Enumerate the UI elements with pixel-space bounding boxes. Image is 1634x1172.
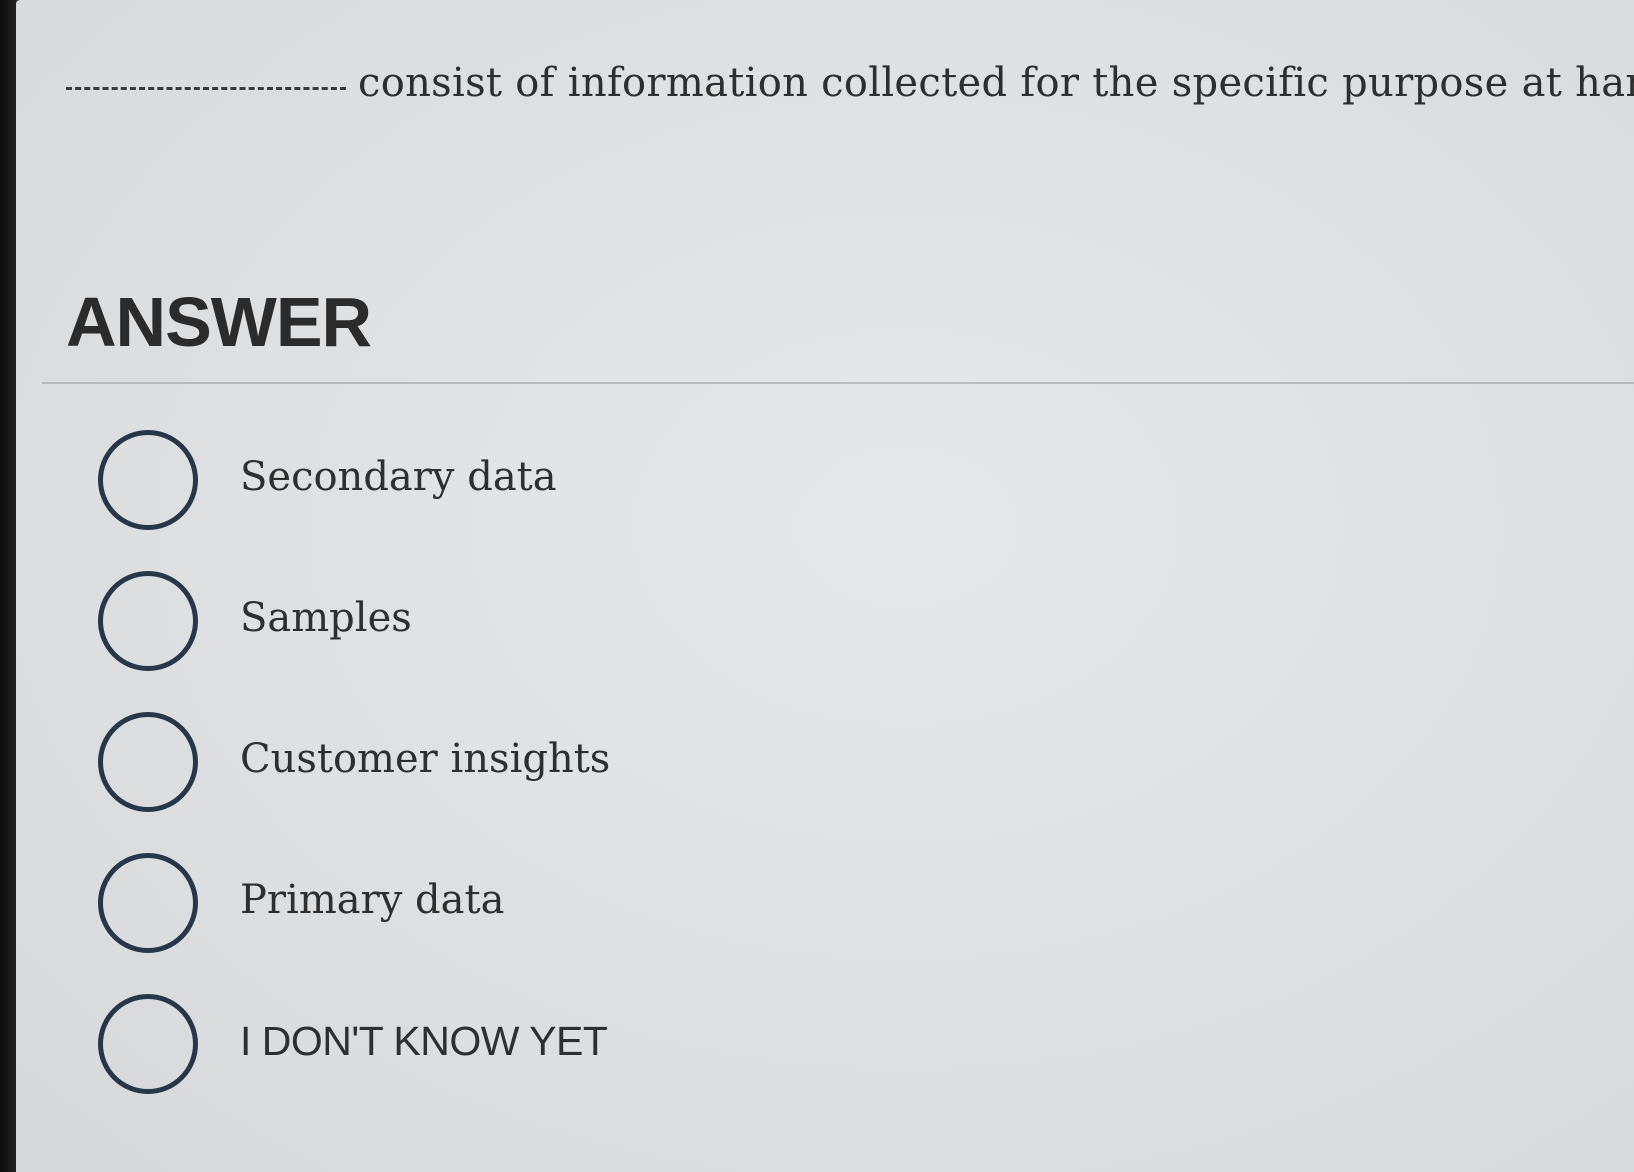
question-body: consist of information collected for the… bbox=[358, 60, 1634, 106]
option-samples[interactable]: Samples bbox=[80, 571, 780, 681]
answer-blank bbox=[66, 87, 346, 90]
quiz-screen: consist of information collected for the… bbox=[16, 0, 1634, 1172]
radio-button[interactable] bbox=[98, 994, 198, 1094]
option-secondary-data[interactable]: Secondary data bbox=[80, 430, 780, 540]
radio-button[interactable] bbox=[98, 712, 198, 812]
option-primary-data[interactable]: Primary data bbox=[80, 853, 780, 963]
radio-button[interactable] bbox=[98, 853, 198, 953]
option-customer-insights[interactable]: Customer insights bbox=[80, 712, 780, 822]
option-label: Primary data bbox=[240, 877, 505, 923]
question-text: consist of information collected for the… bbox=[66, 60, 1634, 106]
radio-button[interactable] bbox=[98, 430, 198, 530]
option-label: I DON'T KNOW YET bbox=[240, 1018, 608, 1064]
option-label: Customer insights bbox=[240, 736, 611, 782]
radio-button[interactable] bbox=[98, 571, 198, 671]
option-label: Samples bbox=[240, 595, 412, 641]
divider bbox=[42, 382, 1634, 384]
option-label: Secondary data bbox=[240, 454, 557, 500]
answer-heading: ANSWER bbox=[66, 283, 372, 361]
option-i-dont-know-yet[interactable]: I DON'T KNOW YET bbox=[80, 994, 780, 1104]
